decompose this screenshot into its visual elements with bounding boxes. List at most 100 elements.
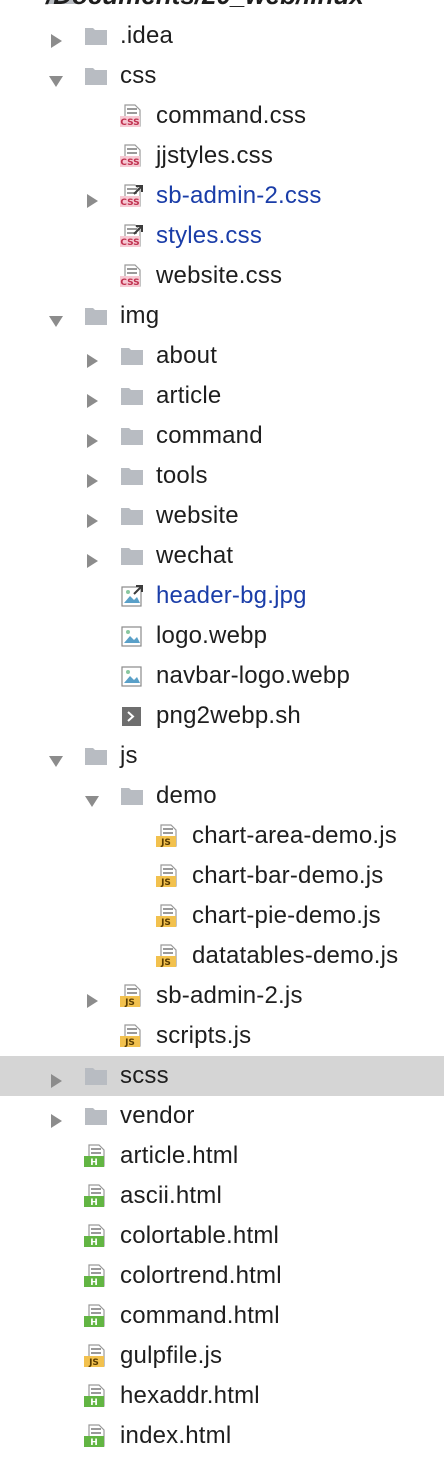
tree-item-label: styles.css: [156, 222, 263, 249]
chevron-right-icon[interactable]: [84, 988, 100, 1008]
tree-file-row[interactable]: JS sb-admin-2.js: [0, 976, 444, 1016]
tree-item-label: colortable.html: [120, 1222, 280, 1249]
folder-icon: [120, 384, 144, 408]
tree-file-row[interactable]: Hhexaddr.html: [0, 1376, 444, 1416]
tree-item-label: scripts.js: [156, 1022, 252, 1049]
svg-text:H: H: [90, 1438, 98, 1448]
tree-folder-row[interactable]: .idea: [0, 16, 444, 56]
folder-icon: [84, 1064, 108, 1088]
chevron-right-icon[interactable]: [48, 1068, 64, 1088]
js-file-icon: JS: [156, 824, 180, 848]
tree-file-row[interactable]: JS chart-area-demo.js: [0, 816, 444, 856]
project-path: /Documents/20_web/linux: [46, 0, 364, 12]
svg-text:CSS: CSS: [120, 278, 139, 288]
chevron-down-icon[interactable]: [84, 788, 100, 807]
tree-item-label: header-bg.jpg: [156, 582, 307, 609]
folder-icon: [84, 304, 108, 328]
css-file-icon: CSS: [120, 184, 144, 208]
tree-item-label: png2webp.sh: [156, 702, 301, 729]
html-file-icon: H: [84, 1144, 108, 1168]
tree-item-label: chart-pie-demo.js: [192, 902, 381, 929]
tree-folder-row[interactable]: website: [0, 496, 444, 536]
tree-file-row[interactable]: Hcommand.html: [0, 1296, 444, 1336]
tree-file-row[interactable]: CSS website.css: [0, 256, 444, 296]
tree-folder-row[interactable]: article: [0, 376, 444, 416]
folder-icon: [120, 784, 144, 808]
tree-file-row[interactable]: JS chart-bar-demo.js: [0, 856, 444, 896]
tree-item-label: css: [120, 62, 157, 89]
chevron-right-icon[interactable]: [48, 28, 64, 48]
tree-item-label: logo.webp: [156, 622, 268, 649]
image-file-icon: [120, 664, 144, 688]
chevron-down-icon[interactable]: [48, 748, 64, 767]
chevron-right-icon[interactable]: [84, 188, 100, 208]
chevron-right-icon[interactable]: [48, 1108, 64, 1128]
tree-file-row[interactable]: Hcolortrend.html: [0, 1256, 444, 1296]
tree-item-label: website: [156, 502, 239, 529]
tree-file-row[interactable]: logo.webp: [0, 616, 444, 656]
tree-item-label: jjstyles.css: [156, 142, 274, 169]
chevron-right-icon[interactable]: [84, 348, 100, 368]
tree-file-row[interactable]: CSS styles.css: [0, 216, 444, 256]
tree-file-row[interactable]: JS datatables-demo.js: [0, 936, 444, 976]
tree-item-label: article.html: [120, 1142, 239, 1169]
tree-file-row[interactable]: CSS sb-admin-2.css: [0, 176, 444, 216]
tree-item-label: img: [120, 302, 160, 329]
chevron-right-icon[interactable]: [84, 468, 100, 488]
svg-text:JS: JS: [160, 838, 171, 848]
css-file-icon: CSS: [120, 224, 144, 248]
js-file-icon: JS: [156, 904, 180, 928]
tree-folder-row[interactable]: img: [0, 296, 444, 336]
tree-folder-row[interactable]: tools: [0, 456, 444, 496]
tree-item-label: article: [156, 382, 222, 409]
tree-item-label: command: [156, 422, 263, 449]
tree-item-label: gulpfile.js: [120, 1342, 223, 1369]
tree-folder-row[interactable]: about: [0, 336, 444, 376]
tree-file-row[interactable]: header-bg.jpg: [0, 576, 444, 616]
svg-text:H: H: [90, 1318, 98, 1328]
svg-text:H: H: [90, 1398, 98, 1408]
tree-folder-row[interactable]: vendor: [0, 1096, 444, 1136]
chevron-right-icon[interactable]: [84, 548, 100, 568]
tree-file-row[interactable]: png2webp.sh: [0, 696, 444, 736]
chevron-down-icon[interactable]: [48, 68, 64, 87]
tree-file-row[interactable]: navbar-logo.webp: [0, 656, 444, 696]
tree-folder-row[interactable]: command: [0, 416, 444, 456]
svg-text:H: H: [90, 1278, 98, 1288]
tree-folder-row[interactable]: wechat: [0, 536, 444, 576]
tree-item-label: colortrend.html: [120, 1262, 282, 1289]
js-file-icon: JS: [156, 864, 180, 888]
js-file-icon: JS: [120, 1024, 144, 1048]
tree-file-row[interactable]: JS gulpfile.js: [0, 1336, 444, 1376]
chevron-right-icon[interactable]: [84, 428, 100, 448]
tree-file-row[interactable]: CSS jjstyles.css: [0, 136, 444, 176]
js-file-icon: JS: [84, 1344, 108, 1368]
tree-folder-row[interactable]: scss: [0, 1056, 444, 1096]
tree-file-row[interactable]: Hindex.html: [0, 1416, 444, 1456]
tree-item-label: ascii.html: [120, 1182, 223, 1209]
tree-item-label: demo: [156, 782, 217, 809]
folder-icon: [84, 24, 108, 48]
tree-item-label: scss: [120, 1062, 169, 1089]
tree-file-row[interactable]: Hcolortable.html: [0, 1216, 444, 1256]
html-file-icon: H: [84, 1184, 108, 1208]
tree-folder-row[interactable]: css: [0, 56, 444, 96]
folder-icon: [120, 544, 144, 568]
tree-item-label: vendor: [120, 1102, 195, 1129]
html-file-icon: H: [84, 1424, 108, 1448]
tree-file-row[interactable]: JS scripts.js: [0, 1016, 444, 1056]
tree-item-label: hexaddr.html: [120, 1382, 260, 1409]
svg-text:CSS: CSS: [120, 118, 139, 128]
html-file-icon: H: [84, 1224, 108, 1248]
tree-folder-row[interactable]: demo: [0, 776, 444, 816]
svg-text:JS: JS: [160, 918, 171, 928]
tree-folder-row[interactable]: js: [0, 736, 444, 776]
tree-file-row[interactable]: Harticle.html: [0, 1136, 444, 1176]
chevron-right-icon[interactable]: [84, 388, 100, 408]
chevron-down-icon[interactable]: [48, 308, 64, 327]
tree-file-row[interactable]: JS chart-pie-demo.js: [0, 896, 444, 936]
chevron-right-icon[interactable]: [84, 508, 100, 528]
tree-file-row[interactable]: Hascii.html: [0, 1176, 444, 1216]
tree-item-label: datatables-demo.js: [192, 942, 399, 969]
tree-file-row[interactable]: CSS command.css: [0, 96, 444, 136]
